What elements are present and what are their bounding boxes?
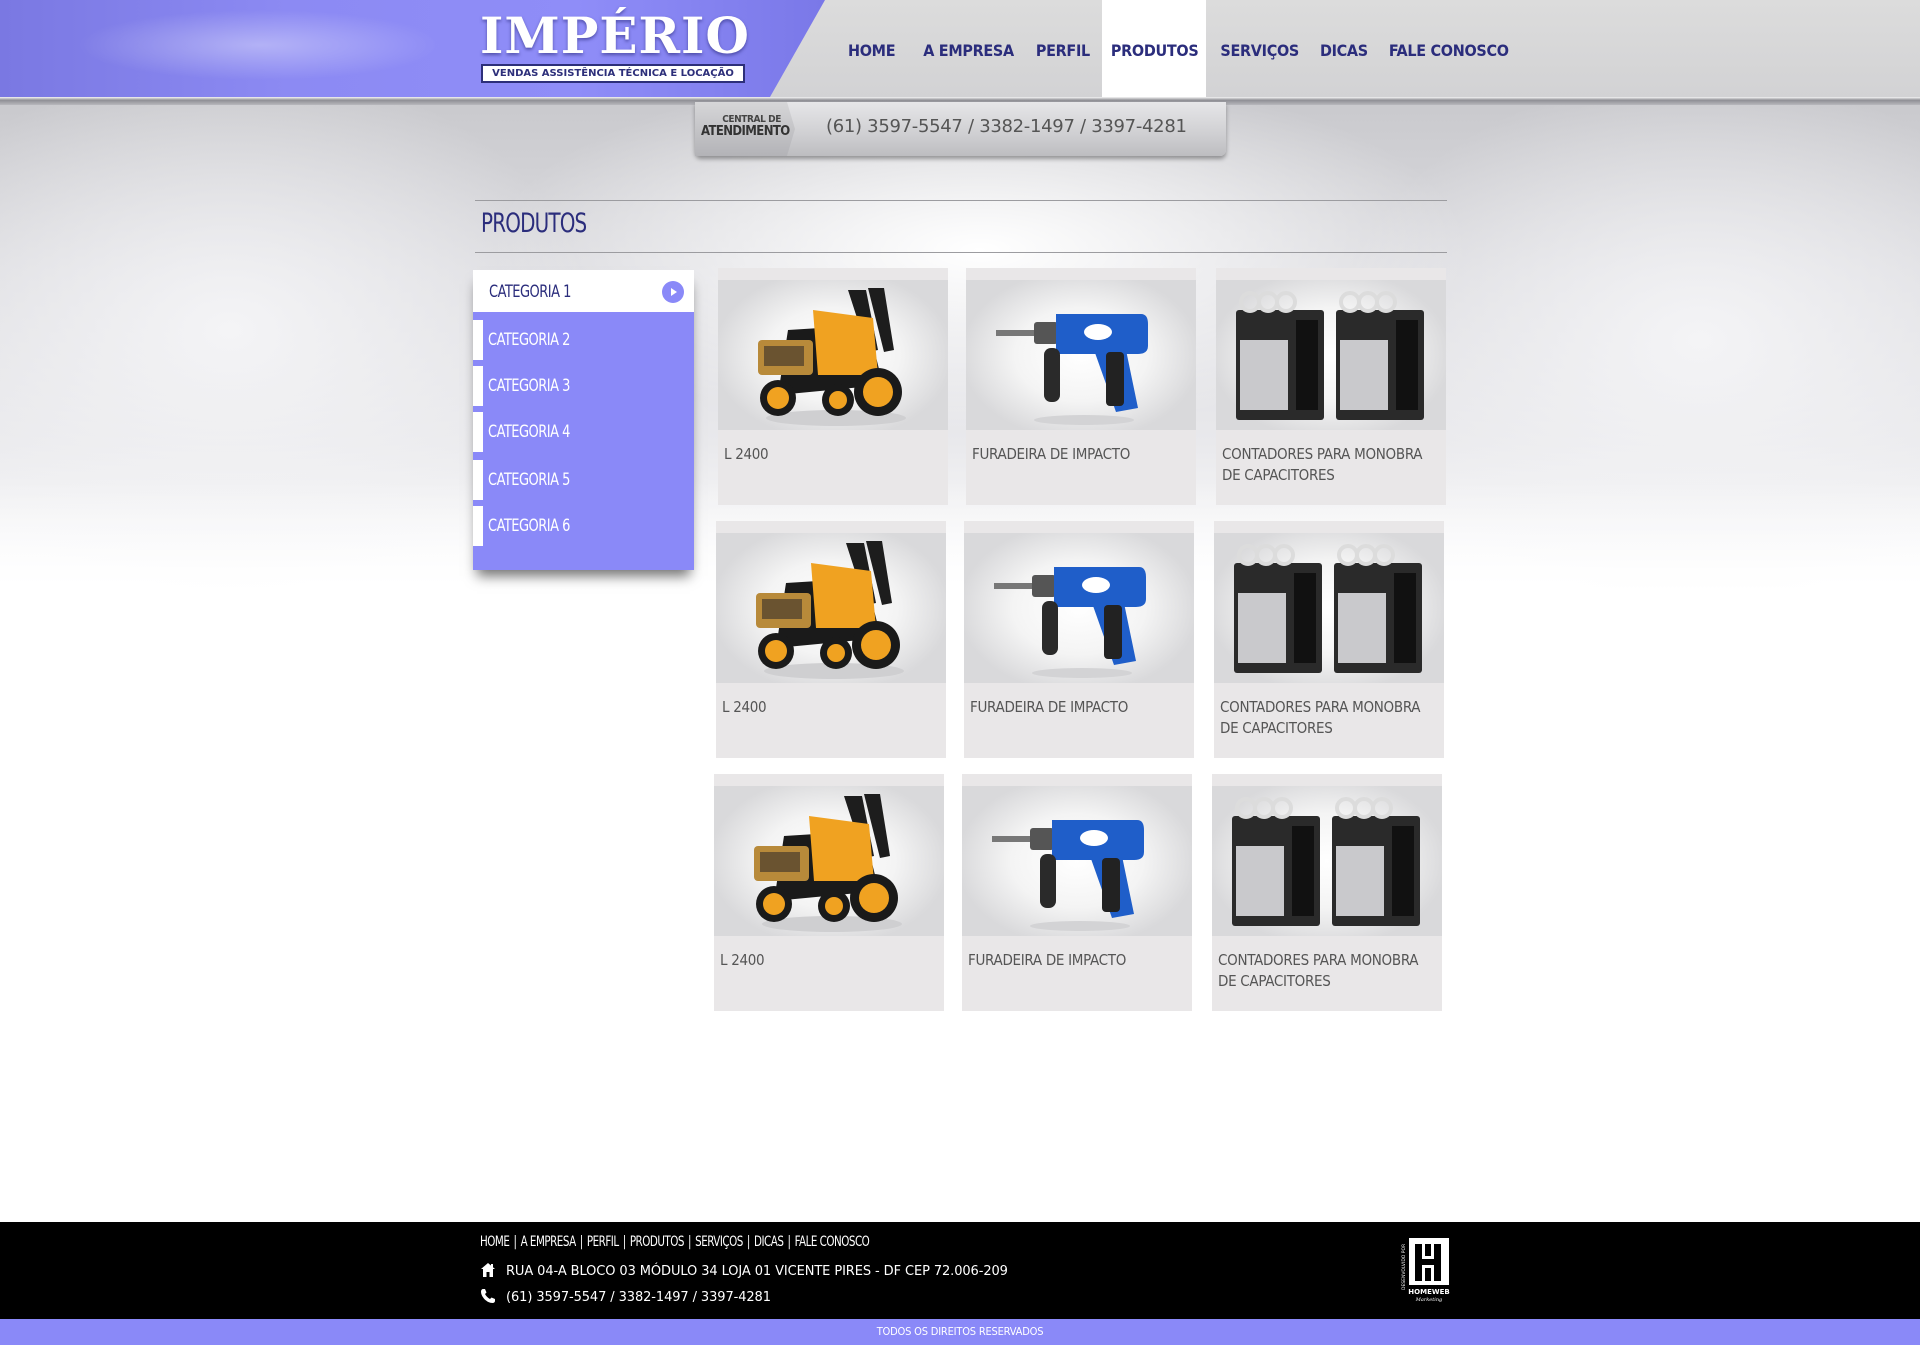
- title-rule-top: [475, 200, 1447, 201]
- page-background-fade: [0, 480, 1920, 620]
- call-center-label-box: CENTRAL DE ATENDIMENTO: [695, 102, 795, 156]
- site-logo[interactable]: IMPÉRIO VENDAS ASSISTÊNCIA TÉCNICA E LOC…: [476, 6, 754, 86]
- footer-separator: |: [622, 1234, 626, 1250]
- footer-phones-text: (61) 3597-5547 / 3382-1497 / 3397-4281: [506, 1290, 771, 1305]
- sidebar-item-label: CATEGORIA 1: [489, 282, 571, 302]
- product-name: L 2400: [720, 951, 765, 969]
- home-icon: [481, 1263, 495, 1277]
- site-header: IMPÉRIO VENDAS ASSISTÊNCIA TÉCNICA E LOC…: [0, 0, 1920, 100]
- product-name: FURADEIRA DE IMPACTO: [972, 445, 1131, 463]
- call-center-bar: CENTRAL DE ATENDIMENTO (61) 3597-5547 / …: [695, 102, 1226, 156]
- footer-link-perfil[interactable]: PERFIL: [587, 1234, 619, 1250]
- sidebar-item-categoria-2[interactable]: CATEGORIA 2: [473, 316, 694, 360]
- title-rule-bottom: [475, 252, 1447, 253]
- nav-servicos[interactable]: SERVIÇOS: [1206, 0, 1309, 97]
- footer-separator: |: [513, 1234, 517, 1250]
- copyright-text: TODOS OS DIREITOS RESERVADOS: [876, 1325, 1044, 1338]
- product-name: FURADEIRA DE IMPACTO: [970, 698, 1129, 716]
- sidebar-item-categoria-4[interactable]: CATEGORIA 4: [473, 408, 694, 452]
- product-card[interactable]: FURADEIRA DE IMPACTO: [962, 774, 1192, 1011]
- sidebar-item-label: CATEGORIA 3: [488, 376, 570, 396]
- developer-caption: DESENVOLVIDO POR: [1401, 1244, 1407, 1290]
- sidebar-item-label: CATEGORIA 4: [488, 422, 570, 442]
- footer-separator: |: [688, 1234, 692, 1250]
- product-name: CONTADORES PARA MONOBRA DE CAPACITORES: [1218, 951, 1419, 990]
- main-nav: HOME A EMPRESA PERFIL PRODUTOS SERVIÇOS …: [836, 0, 1519, 97]
- logo-tagline: VENDAS ASSISTÊNCIA TÉCNICA E LOCAÇÃO: [481, 64, 745, 83]
- sidebar-item-categoria-3[interactable]: CATEGORIA 3: [473, 362, 694, 406]
- footer-address: RUA 04-A BLOCO 03 MÓDULO 34 LOJA 01 VICE…: [480, 1262, 1008, 1279]
- sidebar-item-categoria-6[interactable]: CATEGORIA 6: [473, 502, 694, 546]
- nav-a-empresa[interactable]: A EMPRESA: [911, 0, 1024, 97]
- product-card[interactable]: CONTADORES PARA MONOBRA DE CAPACITORES: [1214, 521, 1444, 758]
- sidebar-item-label: CATEGORIA 2: [488, 330, 570, 350]
- nav-home[interactable]: HOME: [836, 0, 911, 97]
- sidebar-item-tab: [473, 506, 483, 546]
- capacitor-contactor-icon: [1214, 533, 1444, 683]
- product-card[interactable]: CONTADORES PARA MONOBRA DE CAPACITORES: [1212, 774, 1442, 1011]
- logo-wordmark: IMPÉRIO: [480, 6, 750, 65]
- product-card[interactable]: L 2400: [718, 268, 948, 505]
- footer-phones: (61) 3597-5547 / 3382-1497 / 3397-4281: [480, 1288, 771, 1305]
- footer-separator: |: [787, 1234, 791, 1250]
- page-title: PRODUTOS: [481, 208, 587, 239]
- phone-icon: [481, 1289, 495, 1303]
- impact-drill-icon: [966, 280, 1196, 430]
- footer-separator: |: [746, 1234, 750, 1250]
- product-card[interactable]: L 2400: [716, 521, 946, 758]
- footer-nav: HOME | A EMPRESA | PERFIL | PRODUTOS | SERVIÇOS |…: [480, 1234, 870, 1250]
- sidebar-item-categoria-1[interactable]: CATEGORIA 1: [473, 270, 694, 312]
- product-card[interactable]: CONTADORES PARA MONOBRA DE CAPACITORES: [1216, 268, 1446, 505]
- nav-perfil[interactable]: PERFIL: [1024, 0, 1102, 97]
- footer-separator: |: [579, 1234, 583, 1250]
- footer-link-dicas[interactable]: DICAS: [754, 1234, 784, 1250]
- product-card[interactable]: FURADEIRA DE IMPACTO: [964, 521, 1194, 758]
- sidebar-item-tab: [473, 460, 483, 500]
- impact-drill-icon: [964, 533, 1194, 683]
- nav-produtos[interactable]: PRODUTOS: [1101, 0, 1207, 97]
- product-name: L 2400: [724, 445, 769, 463]
- call-center-phones: (61) 3597-5547 / 3382-1497 / 3397-4281: [826, 116, 1187, 137]
- developer-sub: Marketing: [1415, 1297, 1443, 1303]
- pressure-washer-icon: [716, 533, 946, 683]
- call-center-label-line2: ATENDIMENTO: [701, 124, 790, 139]
- capacitor-contactor-icon: [1212, 786, 1442, 936]
- sidebar-item-label: CATEGORIA 5: [488, 470, 570, 490]
- sidebar-item-tab: [473, 412, 483, 452]
- pressure-washer-icon: [714, 786, 944, 936]
- impact-drill-icon: [962, 786, 1192, 936]
- product-name: CONTADORES PARA MONOBRA DE CAPACITORES: [1222, 445, 1423, 484]
- product-name: FURADEIRA DE IMPACTO: [968, 951, 1127, 969]
- developer-name: HOMEWEB: [1408, 1288, 1449, 1296]
- sidebar-item-label: CATEGORIA 6: [488, 516, 570, 536]
- product-card[interactable]: FURADEIRA DE IMPACTO: [966, 268, 1196, 505]
- sidebar-item-tab: [473, 366, 483, 406]
- sidebar-item-categoria-5[interactable]: CATEGORIA 5: [473, 456, 694, 500]
- footer-link-home[interactable]: HOME: [480, 1234, 510, 1250]
- category-sidebar: CATEGORIA 1 CATEGORIA 2 CATEGORIA 3 CATE…: [473, 270, 694, 570]
- capacitor-contactor-icon: [1216, 280, 1446, 430]
- site-footer: HOME | A EMPRESA | PERFIL | PRODUTOS | SERVIÇOS |…: [0, 1222, 1920, 1319]
- nav-dicas[interactable]: DICAS: [1309, 0, 1378, 97]
- product-card[interactable]: L 2400: [714, 774, 944, 1011]
- play-arrow-icon: [662, 281, 684, 303]
- sidebar-item-tab: [473, 320, 483, 360]
- footer-link-fale-conosco[interactable]: FALE CONOSCO: [795, 1234, 870, 1250]
- product-name: CONTADORES PARA MONOBRA DE CAPACITORES: [1220, 698, 1421, 737]
- footer-link-servicos[interactable]: SERVIÇOS: [695, 1234, 743, 1250]
- pressure-washer-icon: [718, 280, 948, 430]
- footer-link-produtos[interactable]: PRODUTOS: [630, 1234, 685, 1250]
- copyright-bar: TODOS OS DIREITOS RESERVADOS: [0, 1319, 1920, 1345]
- homeweb-logo[interactable]: DESENVOLVIDO POR HOMEWEB Marketing: [1400, 1232, 1455, 1304]
- product-name: L 2400: [722, 698, 767, 716]
- footer-link-a-empresa[interactable]: A EMPRESA: [521, 1234, 577, 1250]
- nav-fale-conosco[interactable]: FALE CONOSCO: [1378, 0, 1519, 97]
- footer-address-text: RUA 04-A BLOCO 03 MÓDULO 34 LOJA 01 VICE…: [506, 1264, 1008, 1279]
